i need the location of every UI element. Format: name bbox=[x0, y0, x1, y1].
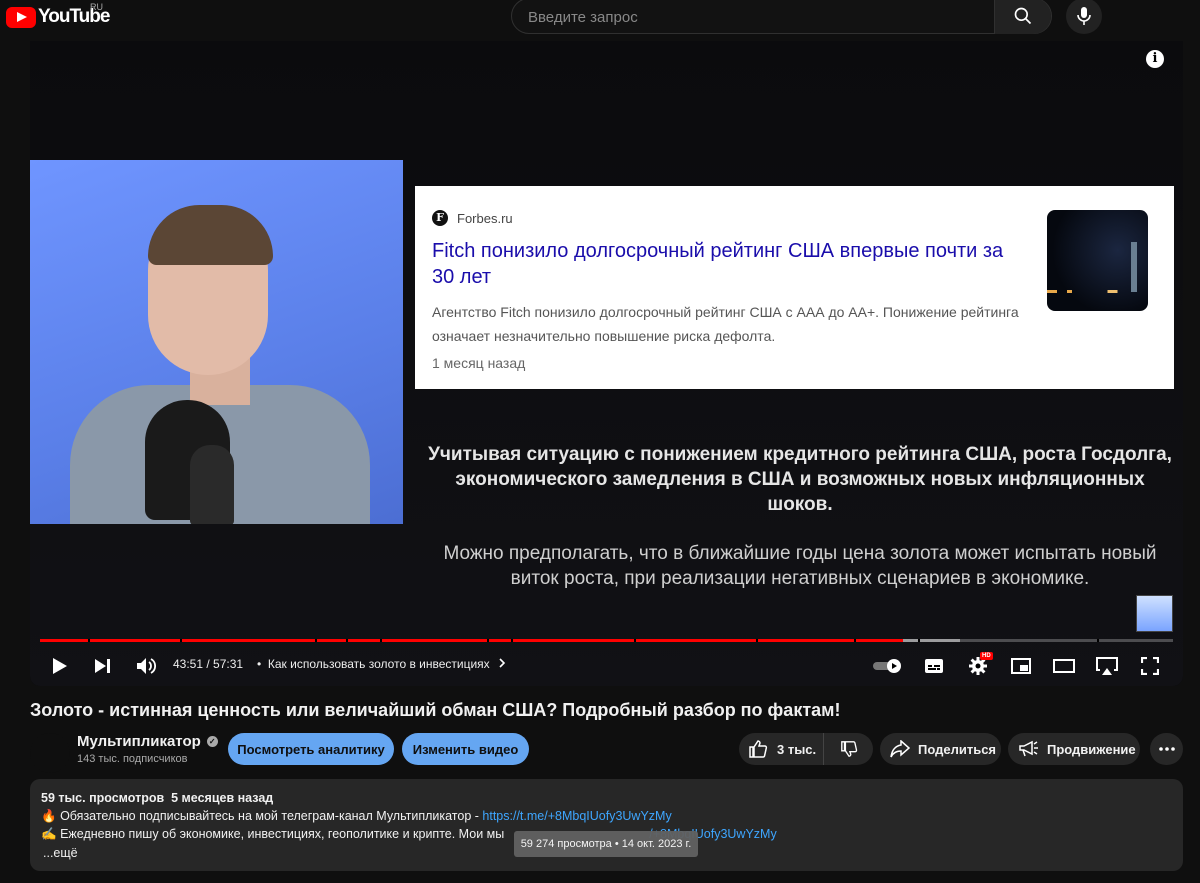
writing-hand-icon: ✍ bbox=[41, 827, 57, 841]
fullscreen-button[interactable] bbox=[1139, 656, 1161, 676]
news-card: F Forbes.ru Fitch понизило долгосрочный … bbox=[415, 186, 1174, 389]
views-tooltip: 59 274 просмотра • 14 окт. 2023 г. bbox=[514, 831, 698, 857]
channel-avatar[interactable] bbox=[30, 733, 70, 773]
theater-mode-icon bbox=[1053, 659, 1075, 673]
news-thumbnail bbox=[1047, 210, 1148, 311]
presenter-image bbox=[30, 160, 403, 524]
autoplay-toggle-icon bbox=[873, 659, 901, 673]
chapter-marker bbox=[756, 639, 758, 642]
edit-video-button[interactable]: Изменить видео bbox=[402, 733, 529, 765]
progress-bar[interactable] bbox=[40, 639, 1173, 642]
video-player[interactable]: i F Forbes.ru Fitch понизило долгосрочны… bbox=[30, 41, 1183, 686]
settings-button[interactable]: HD bbox=[966, 652, 993, 678]
like-count: 3 тыс. bbox=[777, 741, 817, 757]
like-dislike-group: 3 тыс. bbox=[739, 733, 873, 765]
description-line-1: 🔥 Обязательно подписывайтесь на мой теле… bbox=[41, 809, 672, 824]
miniplayer-icon bbox=[1011, 658, 1031, 674]
share-icon bbox=[890, 740, 910, 758]
play-icon bbox=[53, 658, 67, 674]
chapter-marker bbox=[918, 639, 920, 642]
next-button[interactable] bbox=[93, 656, 113, 676]
player-controls: 43:51 / 57:31 • Как использовать золото … bbox=[30, 648, 1183, 684]
description-text-1: Обязательно подписывайтесь на мой телегр… bbox=[60, 809, 483, 823]
analytics-button[interactable]: Посмотреть аналитику bbox=[228, 733, 394, 765]
channel-name-row[interactable]: Мультипликатор ✓ bbox=[77, 733, 218, 750]
subscriber-count: 143 тыс. подписчиков bbox=[77, 753, 188, 765]
description-meta: 59 тыс. просмотров 5 месяцев назад bbox=[41, 791, 273, 805]
airplay-icon bbox=[1096, 657, 1118, 675]
chapter-marker bbox=[315, 639, 317, 642]
info-icon[interactable]: i bbox=[1146, 50, 1164, 68]
progress-played bbox=[40, 639, 904, 642]
forbes-logo-icon: F bbox=[432, 210, 448, 226]
description-box[interactable]: 59 тыс. просмотров 5 месяцев назад 🔥 Обя… bbox=[30, 779, 1183, 871]
description-text-2: Ежедневно пишу об экономике, инвестициях… bbox=[60, 827, 505, 841]
chapter-marker bbox=[346, 639, 348, 642]
more-horizontal-icon bbox=[1158, 747, 1175, 751]
news-source-name: Forbes.ru bbox=[457, 210, 513, 226]
telegram-link[interactable]: https://t.me/+8MbqIUofy3UwYzMy bbox=[482, 809, 671, 823]
search-box bbox=[511, 0, 1052, 35]
region-code: RU bbox=[90, 2, 103, 12]
chapter-marker bbox=[1097, 639, 1099, 642]
megaphone-icon bbox=[1019, 740, 1038, 757]
news-title: Fitch понизило долгосрочный рейтинг США … bbox=[432, 240, 1004, 288]
chapter-marker bbox=[487, 639, 489, 642]
video-title: Золото - истинная ценность или величайши… bbox=[30, 700, 841, 720]
end-card-thumbnail[interactable] bbox=[1136, 595, 1173, 632]
news-source: F Forbes.ru bbox=[432, 210, 513, 226]
search-button[interactable] bbox=[994, 0, 1051, 34]
chevron-right-icon bbox=[499, 658, 506, 668]
miniplayer-button[interactable] bbox=[1010, 656, 1032, 676]
top-bar: YouTube RU bbox=[0, 0, 1200, 40]
video-frame[interactable]: i F Forbes.ru Fitch понизило долгосрочны… bbox=[30, 41, 1183, 686]
subtitles-button[interactable] bbox=[923, 656, 945, 676]
fire-icon: 🔥 bbox=[41, 809, 57, 823]
voice-search-button[interactable] bbox=[1066, 0, 1102, 34]
news-description: Агентство Fitch понизило долгосрочный ре… bbox=[432, 304, 1019, 344]
search-icon bbox=[1014, 7, 1032, 25]
cast-button[interactable] bbox=[1094, 655, 1120, 677]
chapter-marker bbox=[511, 639, 513, 642]
volume-button[interactable] bbox=[135, 656, 157, 676]
chapter-title[interactable]: • Как использовать золото в инвестициях bbox=[257, 657, 506, 671]
subtitles-icon bbox=[925, 659, 943, 673]
chapter-marker bbox=[634, 639, 636, 642]
chapter-marker bbox=[854, 639, 856, 642]
news-time: 1 месяц назад bbox=[432, 355, 526, 371]
youtube-logo-icon bbox=[6, 6, 36, 28]
hd-badge: HD bbox=[980, 652, 993, 660]
chapter-marker bbox=[88, 639, 90, 642]
microphone-icon bbox=[1077, 7, 1091, 25]
more-actions-button[interactable] bbox=[1150, 733, 1183, 765]
overlay-text-2: Можно предполагать, что в ближайшие годы… bbox=[443, 543, 1157, 589]
show-more-button[interactable]: ...ещё bbox=[43, 846, 78, 860]
play-button[interactable] bbox=[50, 656, 70, 676]
chapter-separator: • bbox=[257, 657, 262, 671]
chapter-marker bbox=[180, 639, 182, 642]
promote-button[interactable]: Продвижение bbox=[1008, 733, 1140, 765]
theater-mode-button[interactable] bbox=[1052, 656, 1076, 676]
channel-name[interactable]: Мультипликатор bbox=[77, 733, 201, 750]
autoplay-toggle[interactable] bbox=[872, 656, 904, 676]
share-button[interactable]: Поделиться bbox=[880, 733, 1001, 765]
chapter-marker bbox=[380, 639, 382, 642]
upload-age: 5 месяцев назад bbox=[171, 791, 274, 805]
volume-icon bbox=[137, 658, 156, 674]
search-input[interactable] bbox=[526, 0, 990, 35]
verified-icon: ✓ bbox=[206, 736, 218, 747]
dislike-button[interactable] bbox=[824, 733, 873, 765]
next-icon bbox=[95, 659, 110, 673]
time-display: 43:51 / 57:31 bbox=[173, 657, 244, 671]
like-button[interactable]: 3 тыс. bbox=[739, 733, 824, 765]
thumbs-down-icon bbox=[840, 741, 857, 757]
share-label: Поделиться bbox=[918, 741, 997, 757]
chapter-label: Как использовать золото в инвестициях bbox=[267, 657, 490, 671]
view-count: 59 тыс. просмотров bbox=[41, 791, 165, 805]
promote-label: Продвижение bbox=[1047, 741, 1136, 757]
thumbs-up-icon bbox=[749, 740, 768, 758]
progress-buffered bbox=[903, 639, 960, 642]
overlay-text-1: Учитывая ситуацию с понижением кредитног… bbox=[428, 444, 1172, 515]
fullscreen-icon bbox=[1141, 657, 1159, 675]
